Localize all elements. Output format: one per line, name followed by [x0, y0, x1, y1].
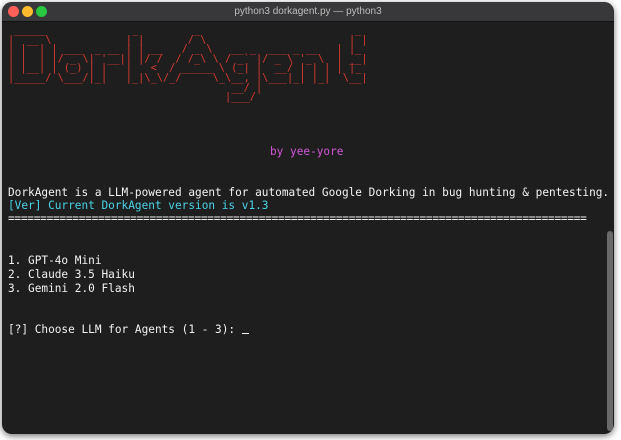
- terminal-content[interactable]: _____ _ _ _ | __ \ | | / \ | | | | | | _…: [8, 2, 609, 434]
- author-byline: by yee-yore: [270, 145, 344, 158]
- separator-line: ========================================…: [8, 212, 587, 225]
- option-item: 2. Claude 3.5 Haiku: [8, 268, 135, 281]
- description-line: DorkAgent is a LLM-powered agent for aut…: [8, 186, 610, 199]
- input-prompt: [?] Choose LLM for Agents (1 - 3):: [8, 323, 242, 336]
- option-item: 1. GPT-4o Mini: [8, 254, 102, 267]
- version-line: [Ver] Current DorkAgent version is v1.3: [8, 199, 269, 212]
- text-cursor: [241, 322, 249, 334]
- scrollbar-thumb[interactable]: [607, 231, 613, 431]
- option-item: 3. Gemini 2.0 Flash: [8, 282, 135, 295]
- ascii-banner: _____ _ _ _ | __ \ | | / \ | | | | | | _…: [8, 24, 368, 104]
- input-prompt-line[interactable]: [?] Choose LLM for Agents (1 - 3):: [8, 322, 249, 337]
- terminal-window: python3 dorkagent.py — python3 _____ _ _…: [2, 2, 614, 434]
